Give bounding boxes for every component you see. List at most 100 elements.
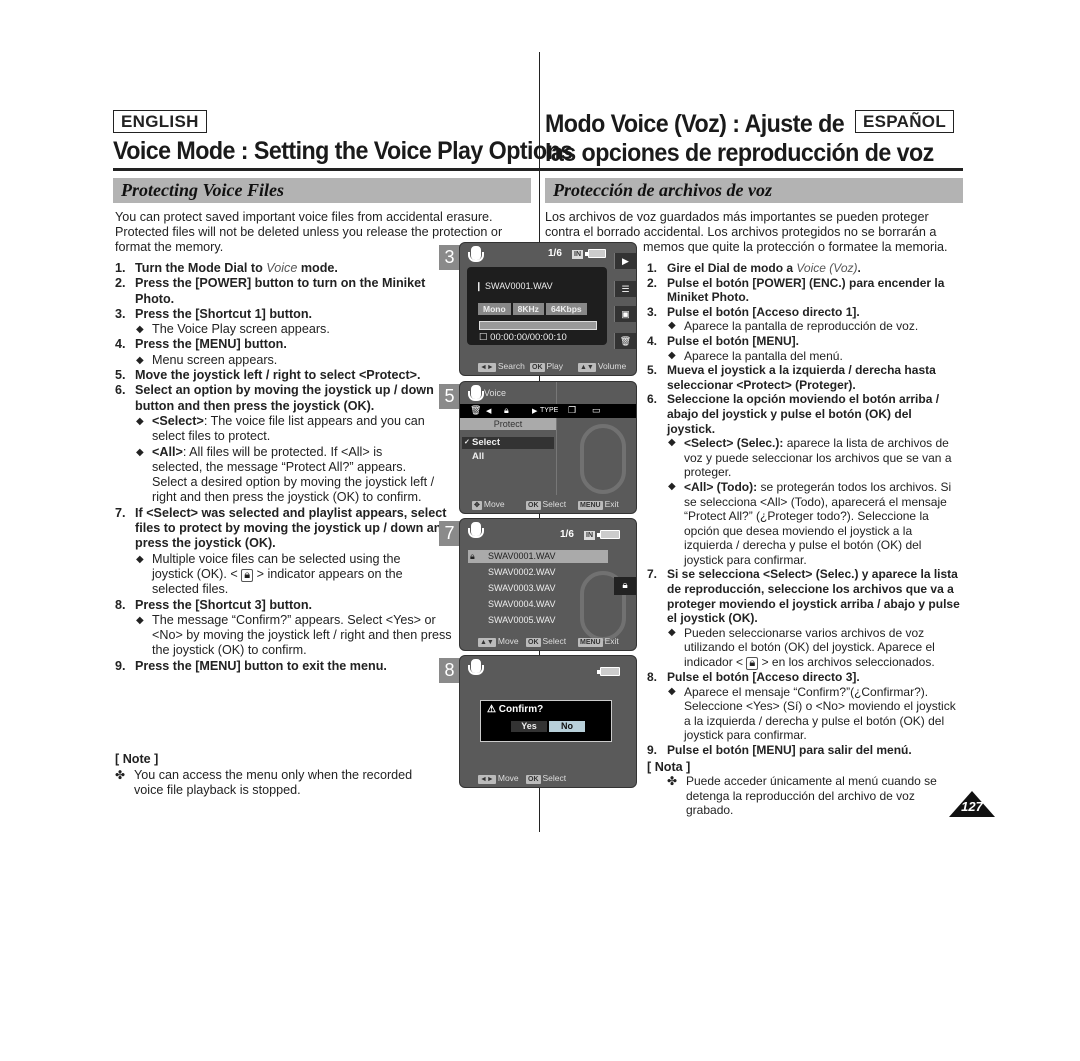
step-es-3-note: Aparece la pantalla de reproducción de v…	[667, 319, 962, 334]
arrow-left-icon[interactable]: ◀	[486, 407, 491, 415]
sample-rate-chip: 8KHz	[512, 303, 544, 315]
lock-icon: 🔒︎	[241, 568, 254, 582]
step-es-3: 3.Pulse el botón [Acceso directo 1]. Apa…	[647, 305, 962, 334]
step-es-6: 6. Seleccione la opción moviendo el botón…	[647, 392, 962, 567]
battery-icon	[585, 249, 606, 258]
display-icon[interactable]: ▭	[592, 405, 601, 416]
step-en-4-note: Menu screen appears.	[135, 353, 455, 369]
internal-memory-icon: IN	[584, 531, 595, 540]
steps-es: 1. Gire el Dial de modo a Voice (Voz). 2.…	[647, 261, 962, 758]
bitrate-chip: 64Kbps	[545, 303, 587, 315]
step-en-9: 9. Press the [MENU] button to exit the me…	[115, 658, 387, 673]
page-title-en: Voice Mode : Setting the Voice Play Opti…	[113, 137, 573, 165]
note-en: You can access the menu only when the re…	[115, 768, 445, 798]
step-es-6-select: <Select> (Selec.): aparece la lista de a…	[667, 436, 962, 480]
page-number: 127	[961, 799, 983, 814]
file-row[interactable]: SWAV0002.WAV	[468, 566, 608, 579]
copy-icon[interactable]: ❐	[568, 405, 576, 416]
note-title-en: [ Note ]	[115, 752, 159, 766]
file-row[interactable]: SWAV0005.WAV	[468, 614, 608, 627]
step-en-7: 7. If <Select> was selected and playlist …	[115, 506, 450, 598]
lock-icon: 🔒︎	[746, 657, 759, 671]
file-counter: 1/6	[548, 248, 562, 259]
step-es-4-note: Aparece la pantalla del menú.	[667, 349, 962, 364]
playback-progress[interactable]	[479, 321, 597, 330]
warning-icon: ⚠	[487, 704, 496, 715]
step-tab-3: 3	[439, 245, 460, 270]
espanol-badge: ESPAÑOL	[855, 110, 955, 133]
panel-divider	[556, 382, 557, 495]
menu-item-label: Protect	[460, 418, 556, 430]
footer-search: Search	[497, 361, 525, 371]
step-en-5: 5. Move the joystick left / right to sele…	[115, 368, 421, 383]
battery-icon	[597, 667, 620, 676]
screen-footer: ◄► Search OK Play ▲▼ Volume	[478, 361, 627, 372]
step-en-6-all: <All>: All files will be protected. If <…	[135, 445, 435, 506]
step-es-8: 8.Pulse el botón [Acceso directo 3]. Apa…	[647, 670, 962, 743]
section-heading-en: Protecting Voice Files	[113, 178, 531, 203]
step-tab-5: 5	[439, 384, 460, 409]
voice-play-screen: 1/6 IN ❙ SWAV0001.WAV Mono 8KHz 64Kbps ☐…	[459, 242, 637, 376]
file-row[interactable]: SWAV0003.WAV	[468, 582, 608, 595]
type-icon[interactable]: TYPE	[540, 407, 558, 414]
file-counter: 1/6	[560, 529, 574, 540]
no-button[interactable]: No	[549, 721, 585, 732]
step-tab-7: 7	[439, 521, 460, 546]
mode-label: Voice	[484, 388, 507, 398]
microphone-icon	[467, 522, 484, 538]
microphone-icon	[467, 246, 484, 262]
step-en-3-note: The Voice Play screen appears.	[135, 322, 455, 338]
arrow-right-icon[interactable]: ▶	[532, 407, 537, 415]
menu-screen: Voice 🗑︎ ◀ 🔒︎ ▶ TYPE ❐ ▭ Protect ✓ Select…	[459, 381, 637, 514]
timecode: ☐ 00:00:00/00:00:10	[479, 332, 567, 343]
confirm-dialog: ⚠ Confirm? Yes No	[480, 700, 612, 742]
step-es-7: 7. Si se selecciona <Select> (Selec.) y a…	[647, 567, 962, 671]
file-row[interactable]: 🔒︎ SWAV0001.WAV	[468, 550, 608, 563]
trash-icon[interactable]: 🗑︎	[614, 333, 636, 349]
settings-icon[interactable]: ▣	[614, 306, 636, 322]
document-icon[interactable]: ☰	[614, 281, 636, 297]
menu-bar: 🗑︎ ◀ 🔒︎ ▶ TYPE ❐ ▭	[460, 404, 636, 418]
step-es-1: 1. Gire el Dial de modo a Voice (Voz).	[647, 261, 861, 275]
step-en-4: 4.Press the [MENU] button. Menu screen a…	[115, 337, 455, 368]
step-en-7-note: Multiple voice files can be selected usi…	[135, 552, 425, 598]
footer-volume: Volume	[597, 361, 627, 371]
screen-footer: ✥ Move OK Select MENU Exit	[472, 499, 619, 510]
intro-es-line1: Los archivos de voz guardados más import…	[545, 210, 929, 224]
step-en-6-select: <Select>: The voice file list appears an…	[135, 414, 455, 445]
microphone-icon	[467, 385, 484, 401]
step-es-2: 2. Pulse el botón [POWER] (ENC.) para enc…	[647, 275, 945, 305]
dialog-title: ⚠ Confirm?	[487, 704, 544, 715]
screen-footer: ◄► Move OK Select	[478, 773, 567, 784]
step-tab-8: 8	[439, 658, 460, 683]
page-title-es-line1: Modo Voice (Voz) : Ajuste de	[545, 110, 845, 138]
step-en-2: 2. Press the [POWER] button to turn on th…	[115, 276, 426, 306]
step-es-4: 4.Pulse el botón [MENU]. Aparece la pant…	[647, 334, 962, 363]
play-icon[interactable]: ▶	[614, 253, 636, 269]
step-es-8-note: Aparece el mensaje “Confirm?”(¿Confirmar…	[667, 685, 962, 743]
option-all[interactable]: All	[462, 451, 554, 463]
footer-play: Play	[546, 361, 564, 371]
trash-icon[interactable]: 🗑︎	[470, 405, 481, 416]
page-title-es-line2: las opciones de reproducción de voz	[545, 139, 934, 167]
step-en-6: 6. Select an option by moving the joystic…	[115, 383, 455, 505]
file-list-screen: 1/6 IN 🔒︎ SWAV0001.WAV SWAV0002.WAV SWAV0…	[459, 518, 637, 651]
title-rule-es	[540, 168, 963, 171]
lock-icon[interactable]: 🔒︎	[504, 405, 509, 416]
note-title-es: [ Nota ]	[647, 760, 691, 774]
intro-es-line3: memos que quite la protección o formatee…	[643, 240, 948, 254]
option-select[interactable]: ✓ Select	[462, 437, 554, 449]
intro-es-line2: contra el borrado accidental. Los archiv…	[545, 225, 937, 239]
audio-info: Mono 8KHz 64Kbps	[478, 303, 587, 315]
step-es-5: 5. Mueva el joystick a la izquierda / der…	[647, 363, 936, 392]
file-row[interactable]: SWAV0004.WAV	[468, 598, 608, 611]
yes-button[interactable]: Yes	[511, 721, 547, 732]
battery-icon	[597, 530, 620, 539]
step-en-1: 1. Turn the Mode Dial to Voice mode.	[115, 261, 338, 275]
internal-memory-icon: IN	[572, 250, 583, 259]
protect-lock-icon[interactable]: 🔒︎	[614, 577, 636, 595]
section-heading-es: Protección de archivos de voz	[545, 178, 963, 203]
watermark-mic-icon	[580, 424, 626, 494]
step-en-8: 8.Press the [Shortcut 3] button. The mes…	[115, 598, 455, 659]
step-es-7-note: Pueden seleccionarse varios archivos de …	[667, 626, 962, 671]
